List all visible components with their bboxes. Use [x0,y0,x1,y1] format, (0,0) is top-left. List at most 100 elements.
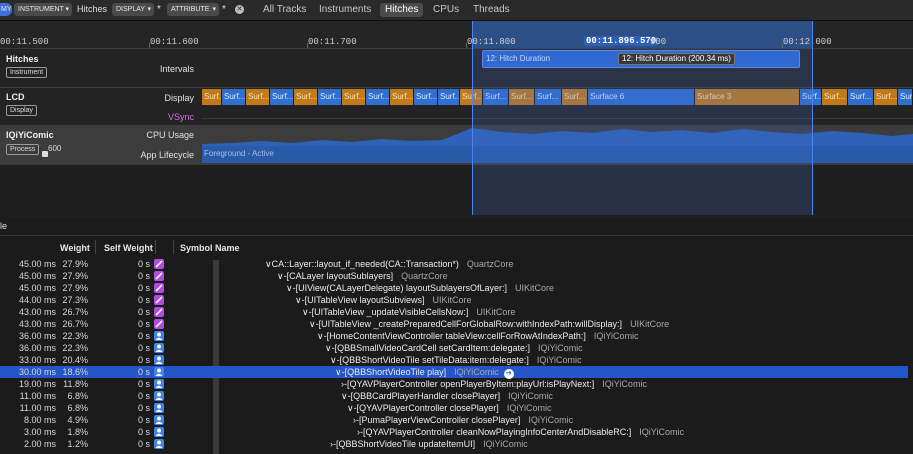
symbol-name: ›-[QBBShortVideoTile updateItemUI] IQiYiC… [330,438,528,450]
surface-segment[interactable]: Surf... [390,89,414,105]
table-row[interactable]: 36.00 ms 22.3% 0 s ∨-[HomeContentViewContro… [0,330,908,342]
symbol-text: ∨-[HomeContentViewController tableView:c… [317,331,586,341]
surface-segment[interactable]: Surf... [414,89,438,105]
weight-ms: 8.00 ms [23,415,56,425]
time-ruler[interactable]: 00:11.500 00:11.600 00:11.700 00:11.800 … [0,21,913,49]
record-badge[interactable]: MY [0,3,12,16]
table-row[interactable]: 44.00 ms 27.3% 0 s ∨-[UITableView layoutSub… [0,294,908,306]
weight-ms: 36.00 ms [18,331,56,341]
symbol-text: ∨-[QBBShortVideoTile setTileData:item:de… [330,355,529,365]
tick-label: 00:12.000 [783,37,832,47]
self-weight: 0 s [137,271,150,281]
library-name: IQiYiComic [602,379,647,389]
symbol-name: ∨-[QBBSmallVideoCardCell setCardItem:del… [325,342,583,354]
selection-start-line [472,21,473,215]
table-row[interactable]: 33.00 ms 20.4% 0 s ∨-[QBBShortVideoTile set… [0,354,908,366]
table-row[interactable]: 8.00 ms 4.9% 0 s ›-[PumaPlayerViewControlle… [0,414,908,426]
symbol-name: ∨-[UITableView layoutSubviews] UIKitCore [295,294,472,306]
surface-segment[interactable]: Surf... [822,89,848,105]
table-row[interactable]: 36.00 ms 22.3% 0 s ∨-[QBBSmallVideoCardCell… [0,342,908,354]
weight-percent: 27.9% [62,271,88,281]
self-weight: 0 s [137,295,150,305]
tab-hitches[interactable]: Hitches [380,3,424,17]
weight-percent: 27.9% [62,283,88,293]
surface-segment[interactable]: Surf... [246,89,270,105]
tab-instruments[interactable]: Instruments [314,3,376,17]
filter-attribute-dropdown[interactable]: ATTRIBUTE ▾ [167,3,219,16]
tick-label: 900 [650,37,667,47]
table-row[interactable]: 43.00 ms 26.7% 0 s ∨-[UITableView _updateVi… [0,306,908,318]
weight-percent: 27.3% [62,295,88,305]
surface-segment[interactable]: Surf... [848,89,874,105]
table-row[interactable]: 30.00 ms 18.6% 0 s ∨-[QBBShortVideoTile pla… [0,366,908,379]
filter-display-label: DISPLAY [116,6,146,13]
table-row[interactable]: 43.00 ms 26.7% 0 s ∨-[UITableView _createPr… [0,318,908,330]
surface-segment[interactable]: Surf... [366,89,390,105]
tick-label: 00:11.500 [0,37,49,47]
surface-segment[interactable]: Surf... [294,89,318,105]
system-framework-icon [154,259,164,269]
surface-segment[interactable]: Surf... [222,89,246,105]
table-row[interactable]: 11.00 ms 6.8% 0 s ∨-[QYAVPlayerController c… [0,402,908,414]
surface-segment[interactable]: Surf... [562,89,588,105]
weight-ms: 33.00 ms [18,355,56,365]
surface-segment[interactable]: Surf... [898,89,913,105]
symbol-name: ∨CA::Layer::layout_if_needed(CA::Transac… [265,258,513,270]
surface-segment[interactable]: Surf... [438,89,460,105]
self-weight: 0 s [137,379,150,389]
library-name: UIKitCore [515,283,555,293]
self-weight: 0 s [137,331,150,341]
track-app[interactable]: IQiYiComic Process 600 CPU Usage App Lif… [0,126,913,165]
surface-segment[interactable]: Surf... [342,89,366,105]
system-framework-icon [154,307,164,317]
column-header-self-weight[interactable]: Self Weight [104,243,153,253]
self-weight: 0 s [137,439,150,449]
table-row[interactable]: 45.00 ms 27.9% 0 s ∨-[CALayer layoutSublaye… [0,270,908,282]
surface-segment[interactable]: Surface 3 [695,89,800,105]
library-name: IQiYiComic [639,427,684,437]
surface-segment[interactable]: Surf... [800,89,822,105]
user-code-icon [154,331,164,341]
track-lcd[interactable]: LCD Display Display VSync Surf...Surf...… [0,88,913,126]
hitch-interval-label: 12: Hitch Duration [486,54,551,63]
filter-instrument-value: Hitches [77,4,108,14]
app-lifecycle-bar[interactable]: Foreground - Active [202,146,913,163]
lane-label-vsync: VSync [167,112,194,122]
surface-segment[interactable]: Surf... [270,89,294,105]
filter-instrument-dropdown[interactable]: INSTRUMENT ▾ [14,3,72,16]
call-tree-table[interactable]: le Weight Self Weight Symbol Name 45.00 … [0,218,913,454]
symbol-name: ∨-[UIView(CALayerDelegate) layoutSublaye… [286,282,554,294]
column-header-weight[interactable]: Weight [60,243,90,253]
user-code-icon [154,439,164,449]
tab-all-tracks[interactable]: All Tracks [258,3,311,17]
weight-percent: 20.4% [62,355,88,365]
clear-filter-icon[interactable]: ✕ [235,5,244,14]
surface-segment[interactable]: Surf... [535,89,562,105]
table-row[interactable]: 3.00 ms 1.8% 0 s ›-[QYAVPlayerController cl… [0,426,908,438]
table-row[interactable]: 19.00 ms 11.8% 0 s ›-[QYAVPlayerController … [0,378,908,390]
column-header-symbol-name[interactable]: Symbol Name [180,243,240,253]
lifecycle-state: Foreground - Active [204,149,274,158]
filter-display-dropdown[interactable]: DISPLAY ▾ [112,3,154,16]
self-weight: 0 s [137,427,150,437]
tab-cpus[interactable]: CPUs [428,3,464,17]
table-row[interactable]: 11.00 ms 6.8% 0 s ∨-[QBBCardPlayerHandler c… [0,390,908,402]
user-code-icon [154,379,164,389]
surface-segment[interactable]: Surf... [483,89,509,105]
surface-segment[interactable]: Surface 6 [588,89,695,105]
surface-segment[interactable]: Surf... [318,89,342,105]
surface-segment[interactable]: Surf... [202,89,222,105]
table-row[interactable]: 45.00 ms 27.9% 0 s ∨CA::Layer::layout_if_ne… [0,258,908,270]
lane-label: CPU Usage [146,130,194,140]
surface-segment[interactable]: Surf... [509,89,535,105]
table-row[interactable]: 2.00 ms 1.2% 0 s ›-[QBBShortVideoTile updat… [0,438,908,450]
surface-segment[interactable]: Surf... [874,89,898,105]
weight-percent: 11.8% [63,379,88,389]
tab-threads[interactable]: Threads [468,3,515,17]
track-hitches[interactable]: Hitches Instrument Intervals 12: Hitch D… [0,49,913,88]
symbol-text: ∨-[UITableView layoutSubviews] [295,295,425,305]
column-separator [95,240,96,254]
user-code-icon [154,367,164,377]
self-weight: 0 s [137,259,150,269]
table-row[interactable]: 45.00 ms 27.9% 0 s ∨-[UIView(CALayerDelegat… [0,282,908,294]
